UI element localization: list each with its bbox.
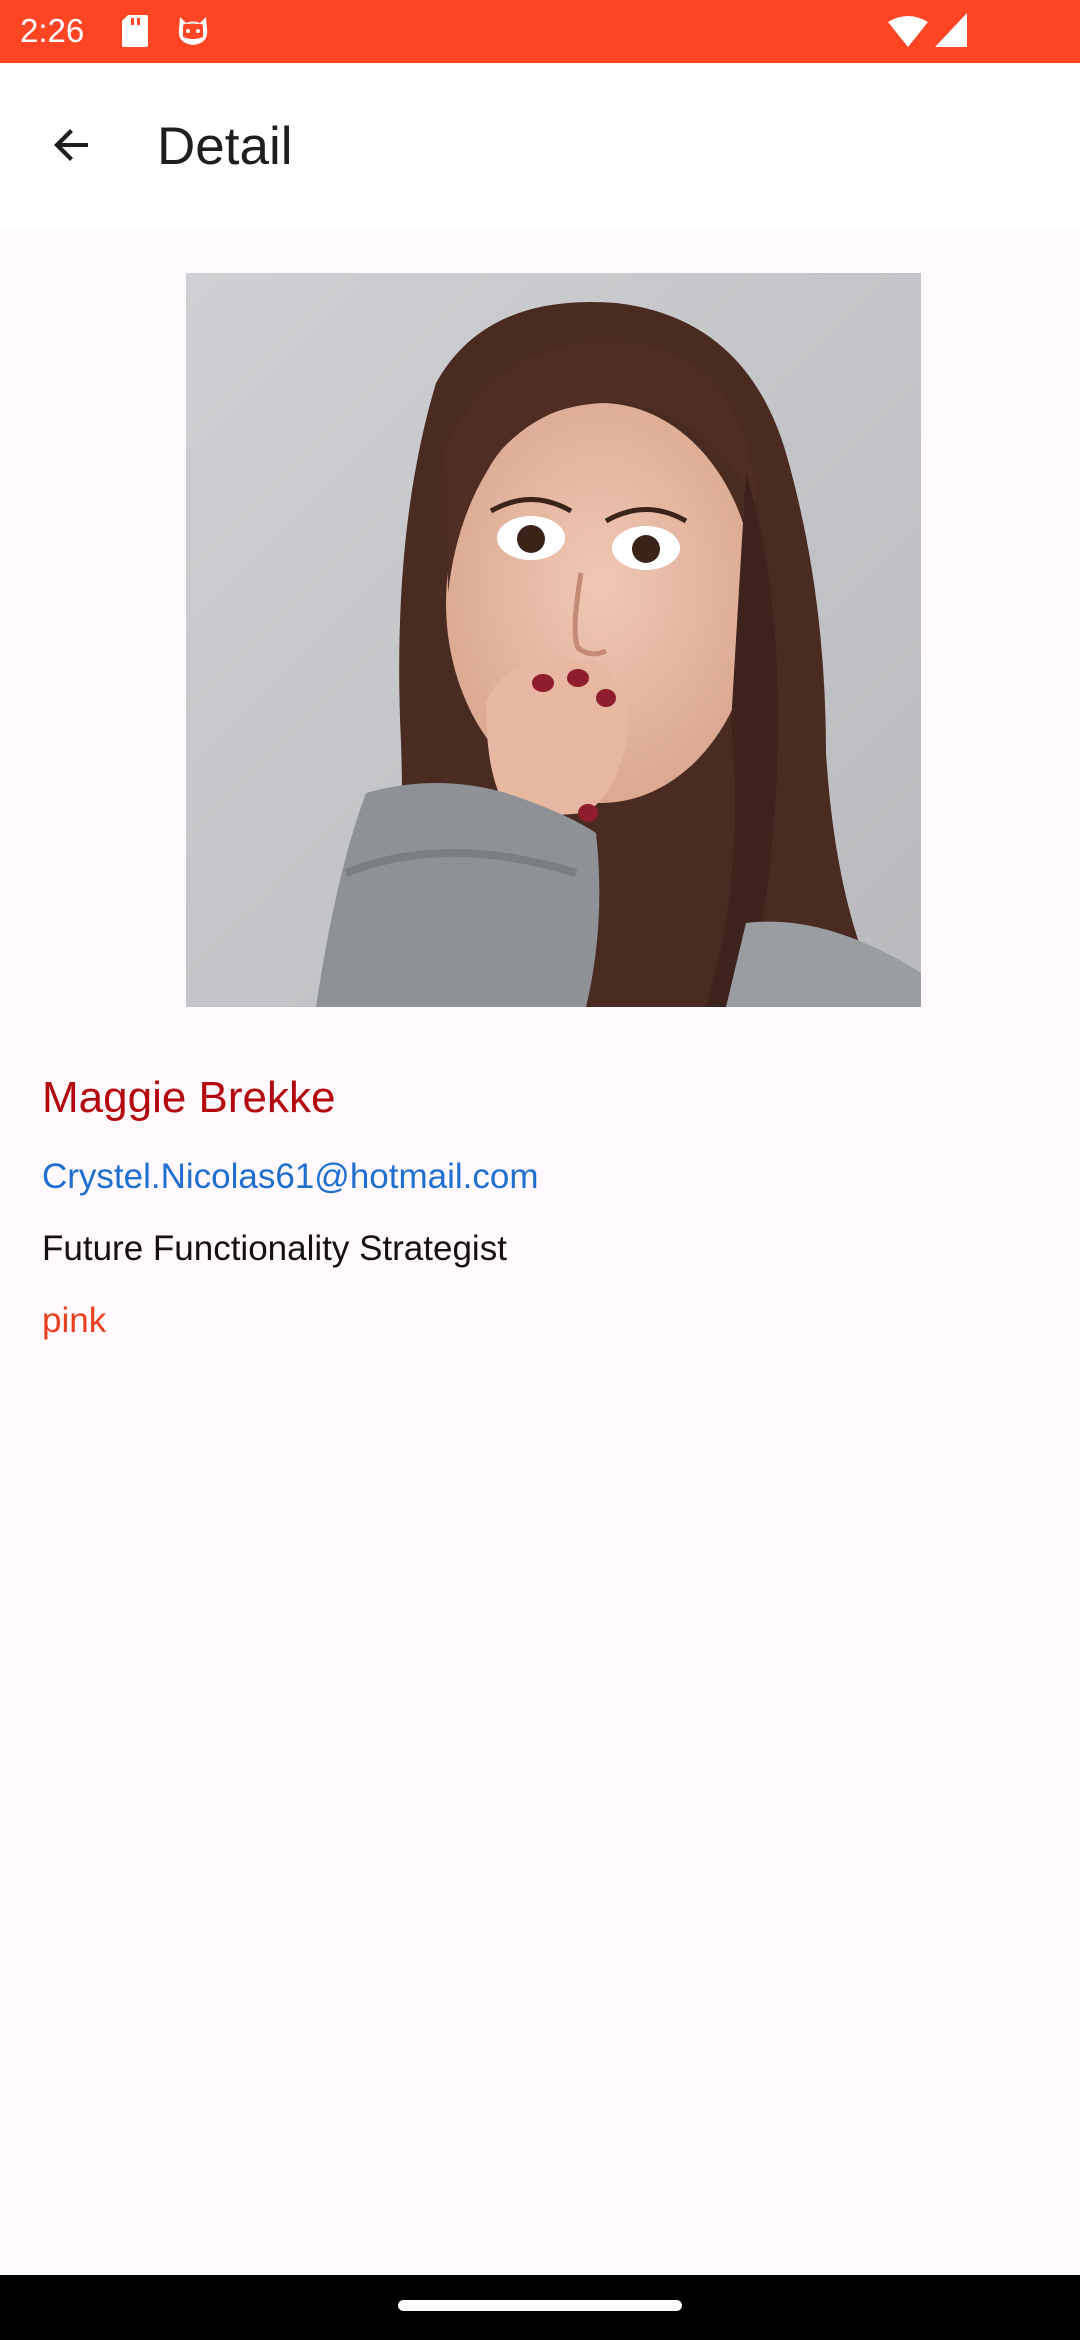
arrow-back-icon — [48, 121, 96, 174]
job-title: Future Functionality Strategist — [42, 1229, 507, 1268]
person-name: Maggie Brekke — [42, 1073, 336, 1122]
detail-content: Maggie Brekke Crystel.Nicolas61@hotmail.… — [0, 230, 1080, 2275]
wifi-icon — [888, 16, 928, 53]
navigation-bar — [0, 2275, 1080, 2340]
status-time: 2:26 — [20, 12, 85, 49]
email-link[interactable]: Crystel.Nicolas61@hotmail.com — [42, 1154, 539, 1200]
cat-notification-icon — [176, 15, 210, 52]
app-bar: Detail — [0, 63, 1080, 230]
status-bar: 2:26 — [0, 0, 1080, 63]
favorite-color: pink — [42, 1301, 107, 1340]
back-button[interactable] — [32, 107, 112, 187]
signal-icon — [935, 13, 967, 52]
home-indicator[interactable] — [398, 2300, 682, 2311]
page-title: Detail — [157, 117, 293, 176]
profile-photo — [186, 273, 921, 1007]
sd-card-icon — [122, 15, 148, 52]
